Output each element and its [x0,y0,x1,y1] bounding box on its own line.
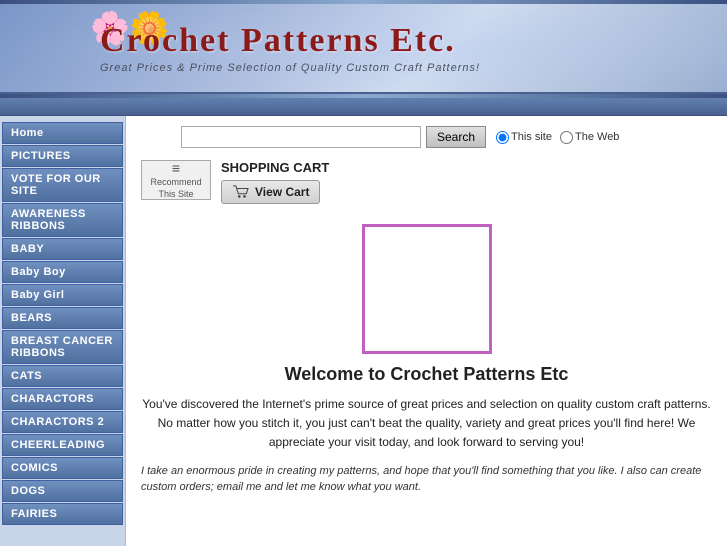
sidebar-item-breast-cancer[interactable]: BREAST CANCER RIBBONS [2,330,123,364]
content: Search This site The Web ≡ Recommend Thi… [125,116,727,546]
product-placeholder [362,224,492,354]
sidebar-item-vote[interactable]: VOTE FOR OUR SITE [2,168,123,202]
search-bar: Search This site The Web [141,126,712,148]
welcome-text2: I take an enormous pride in creating my … [141,463,712,496]
sidebar-item-bears[interactable]: BEARS [2,307,123,329]
header-title-block: Crochet Patterns Etc. Great Prices & Pri… [100,22,480,74]
web-label: The Web [575,131,619,143]
cart-icon [232,185,250,199]
sidebar-item-cheerleading[interactable]: CHEERLEADING [2,434,123,456]
header-subtitle: Great Prices & Prime Selection of Qualit… [100,62,480,74]
search-button[interactable]: Search [426,126,486,148]
view-cart-button[interactable]: View Cart [221,180,320,204]
header-title: Crochet Patterns Etc. [100,22,480,60]
welcome-section: Welcome to Crochet Patterns Etc You've d… [141,364,712,496]
welcome-text1: You've discovered the Internet's prime s… [141,395,712,453]
recommend-area: ≡ Recommend This Site SHOPPING CART View… [141,160,712,214]
sidebar-item-dogs[interactable]: DOGS [2,480,123,502]
sidebar-item-baby-boy[interactable]: Baby Boy [2,261,123,283]
sidebar-item-cats[interactable]: CATS [2,365,123,387]
sidebar-item-home[interactable]: Home [2,122,123,144]
shopping-cart-label: SHOPPING CART [221,160,329,175]
radio-this-site[interactable]: This site [496,131,552,144]
main-layout: Home PICTURES VOTE FOR OUR SITE AWARENES… [0,116,727,546]
view-cart-label: View Cart [255,185,309,199]
recommend-line1: Recommend [150,177,201,189]
sidebar-item-baby[interactable]: BABY [2,238,123,260]
search-input[interactable] [181,126,421,148]
recommend-line2: This Site [158,189,193,201]
nav-stripe [0,98,727,116]
sidebar-item-baby-girl[interactable]: Baby Girl [2,284,123,306]
sidebar-item-fairies[interactable]: FAIRIES [2,503,123,525]
sidebar-item-charactors[interactable]: CHARACTORS [2,388,123,410]
sidebar: Home PICTURES VOTE FOR OUR SITE AWARENES… [0,116,125,546]
recommend-banner[interactable]: ≡ Recommend This Site [141,160,211,200]
product-image-area [141,224,712,354]
sidebar-item-pictures[interactable]: PICTURES [2,145,123,167]
shopping-cart-section: SHOPPING CART View Cart [221,160,329,204]
search-options: This site The Web [496,131,619,144]
sidebar-item-charactors2[interactable]: CHARACTORS 2 [2,411,123,433]
sidebar-item-awareness[interactable]: AWARENESS RIBBONS [2,203,123,237]
this-site-label: This site [511,131,552,143]
radio-web[interactable]: The Web [560,131,619,144]
recommend-icon: ≡ [172,159,180,177]
welcome-title: Welcome to Crochet Patterns Etc [141,364,712,385]
header: 🌸🌼 Crochet Patterns Etc. Great Prices & … [0,4,727,94]
sidebar-item-comics[interactable]: COMICS [2,457,123,479]
